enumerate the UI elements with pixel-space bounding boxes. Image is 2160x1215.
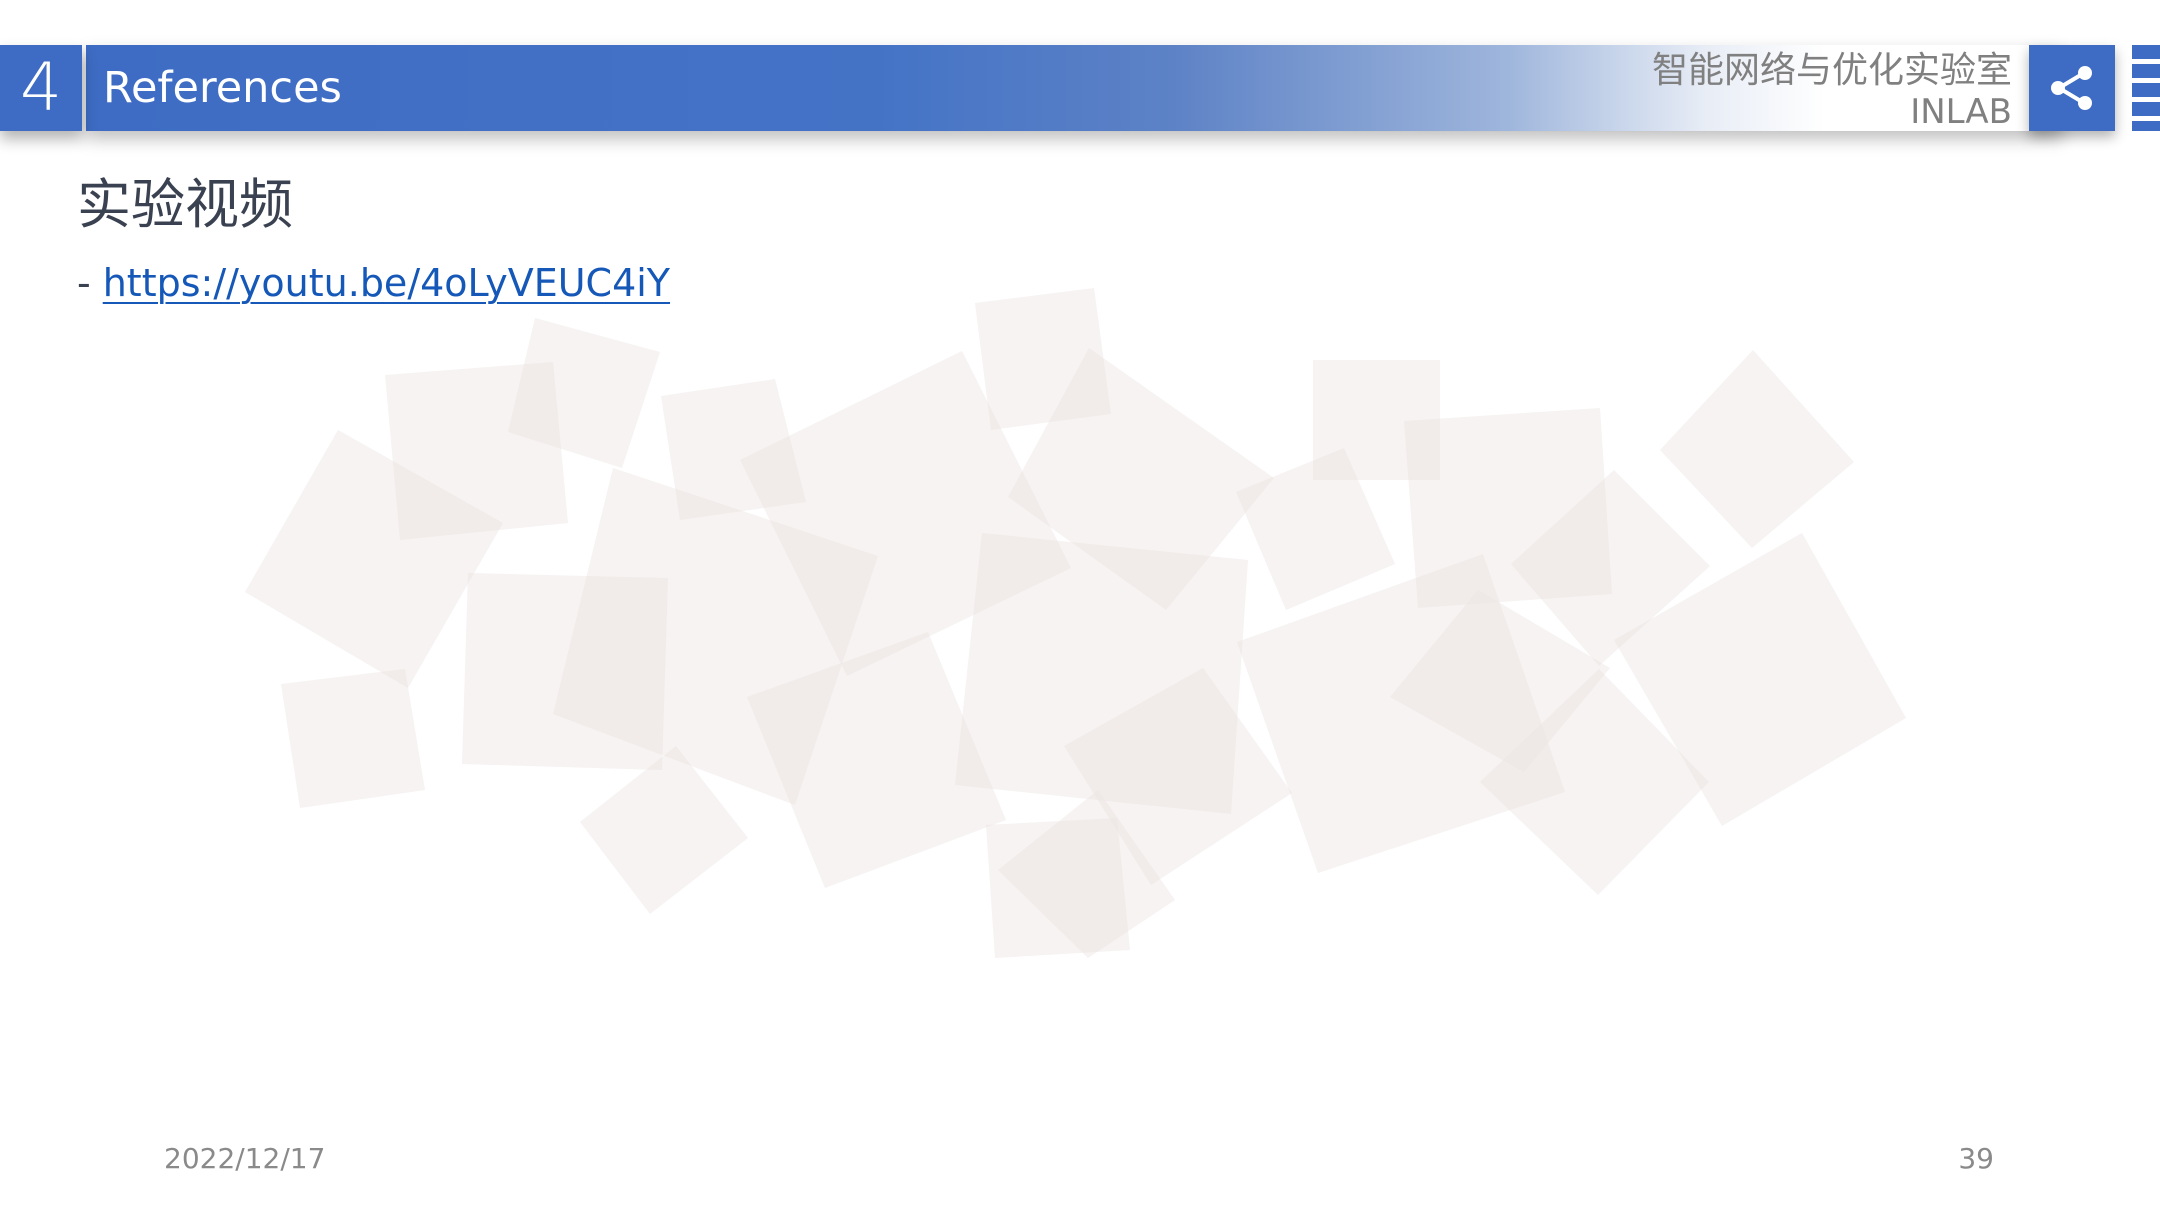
bullet-item: - https://youtu.be/4oLyVEUC4iY: [77, 258, 670, 308]
side-tab: [2132, 64, 2160, 78]
share-icon: [2051, 66, 2092, 110]
side-tab: [2132, 102, 2160, 116]
page-number: 39: [1958, 1142, 1994, 1175]
video-link[interactable]: https://youtu.be/4oLyVEUC4iY: [103, 261, 670, 305]
slide-heading: 实验视频: [77, 173, 293, 236]
share-button[interactable]: [2029, 45, 2115, 131]
side-tab-stack: [2132, 45, 2160, 131]
slide: 4 References 智能网络与优化实验室 INLAB 实验视频 - http…: [0, 0, 2160, 1215]
lab-name-english: INLAB: [1910, 92, 2012, 132]
section-number: 4: [20, 49, 62, 126]
background-decoration: [245, 288, 1906, 958]
side-tab: [2132, 83, 2160, 97]
section-title: References: [103, 63, 342, 113]
section-number-badge: 4: [0, 45, 82, 131]
footer-date: 2022/12/17: [164, 1142, 326, 1175]
bullet-dash: -: [77, 261, 91, 305]
side-tab: [2132, 121, 2160, 131]
side-tab: [2132, 45, 2160, 59]
lab-name-chinese: 智能网络与优化实验室: [1651, 50, 2012, 91]
